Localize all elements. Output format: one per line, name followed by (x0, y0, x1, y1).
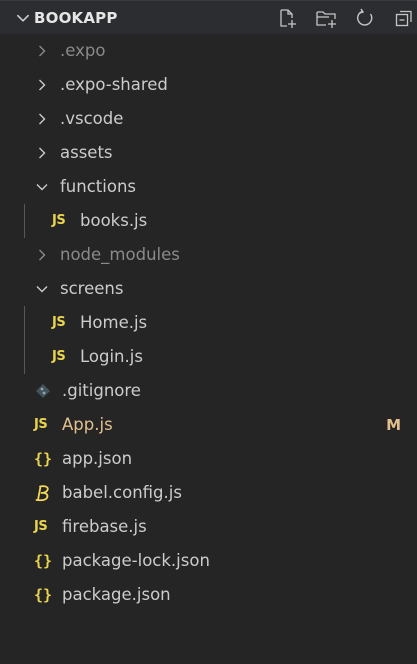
file-package-json[interactable]: {} package.json (0, 578, 417, 612)
folder-functions[interactable]: functions (0, 170, 417, 204)
tree-item-label: Home.js (80, 313, 148, 332)
chevron-right-icon[interactable] (34, 43, 50, 59)
tree-item-label: .expo-shared (60, 75, 168, 94)
tree-item-label: books.js (80, 211, 148, 230)
javascript-file-icon: JS (52, 349, 66, 364)
tree-item-label: .gitignore (62, 381, 141, 400)
chevron-right-icon[interactable] (34, 77, 50, 93)
tree-item-label: assets (60, 143, 113, 162)
tree-item-label: Login.js (80, 347, 143, 366)
tree-item-label: package-lock.json (62, 551, 210, 570)
folder-expo[interactable]: .expo (0, 34, 417, 68)
chevron-right-icon[interactable] (34, 111, 50, 127)
json-file-icon: {} (34, 586, 53, 604)
babel-file-icon (35, 485, 49, 502)
javascript-file-icon: JS (52, 213, 66, 228)
json-file-icon: {} (34, 552, 53, 570)
tree-item-label: firebase.js (62, 517, 147, 536)
file-gitignore[interactable]: .gitignore (0, 374, 417, 408)
chevron-right-icon[interactable] (34, 145, 50, 161)
git-file-icon (36, 384, 50, 398)
chevron-down-icon[interactable] (14, 9, 32, 27)
file-firebase-js[interactable]: JS firebase.js (0, 510, 417, 544)
tree-item-label: functions (60, 177, 136, 196)
tree-item-label: babel.config.js (62, 483, 182, 502)
indent-guide (24, 340, 25, 374)
folder-expo-shared[interactable]: .expo-shared (0, 68, 417, 102)
tree-item-label: App.js (62, 415, 113, 434)
tree-item-label: package.json (62, 585, 171, 604)
new-file-icon[interactable] (276, 7, 298, 29)
javascript-file-icon: JS (34, 417, 48, 432)
chevron-down-icon[interactable] (34, 281, 50, 297)
folder-assets[interactable]: assets (0, 136, 417, 170)
json-file-icon: {} (34, 450, 53, 468)
file-package-lock-json[interactable]: {} package-lock.json (0, 544, 417, 578)
tree-item-label: .vscode (60, 109, 124, 128)
indent-guide (24, 306, 25, 340)
new-folder-icon[interactable] (315, 7, 337, 29)
refresh-icon[interactable] (354, 7, 376, 29)
git-modified-badge: M (386, 416, 401, 434)
chevron-right-icon[interactable] (34, 247, 50, 263)
file-babel-config-js[interactable]: babel.config.js (0, 476, 417, 510)
javascript-file-icon: JS (52, 315, 66, 330)
workspace-title: BOOKAPP (34, 9, 118, 27)
tree-item-label: .expo (60, 41, 106, 60)
folder-screens[interactable]: screens (0, 272, 417, 306)
collapse-all-icon[interactable] (393, 7, 415, 29)
chevron-down-icon[interactable] (34, 179, 50, 195)
explorer-header[interactable]: BOOKAPP (0, 0, 417, 34)
explorer-panel: BOOKAPP .expo .expo-shared .vscode asset… (0, 0, 417, 664)
indent-guide (24, 204, 25, 238)
file-home-js[interactable]: JS Home.js (0, 306, 417, 340)
tree-item-label: screens (60, 279, 124, 298)
tree-item-label: app.json (62, 449, 133, 468)
file-login-js[interactable]: JS Login.js (0, 340, 417, 374)
file-books-js[interactable]: JS books.js (0, 204, 417, 238)
file-tree: .expo .expo-shared .vscode assets functions J… (0, 34, 417, 612)
folder-vscode[interactable]: .vscode (0, 102, 417, 136)
explorer-actions (264, 7, 415, 29)
folder-node-modules[interactable]: node_modules (0, 238, 417, 272)
javascript-file-icon: JS (34, 519, 48, 534)
file-app-json[interactable]: {} app.json (0, 442, 417, 476)
file-app-js[interactable]: JS App.js M (0, 408, 417, 442)
tree-item-label: node_modules (60, 245, 180, 264)
